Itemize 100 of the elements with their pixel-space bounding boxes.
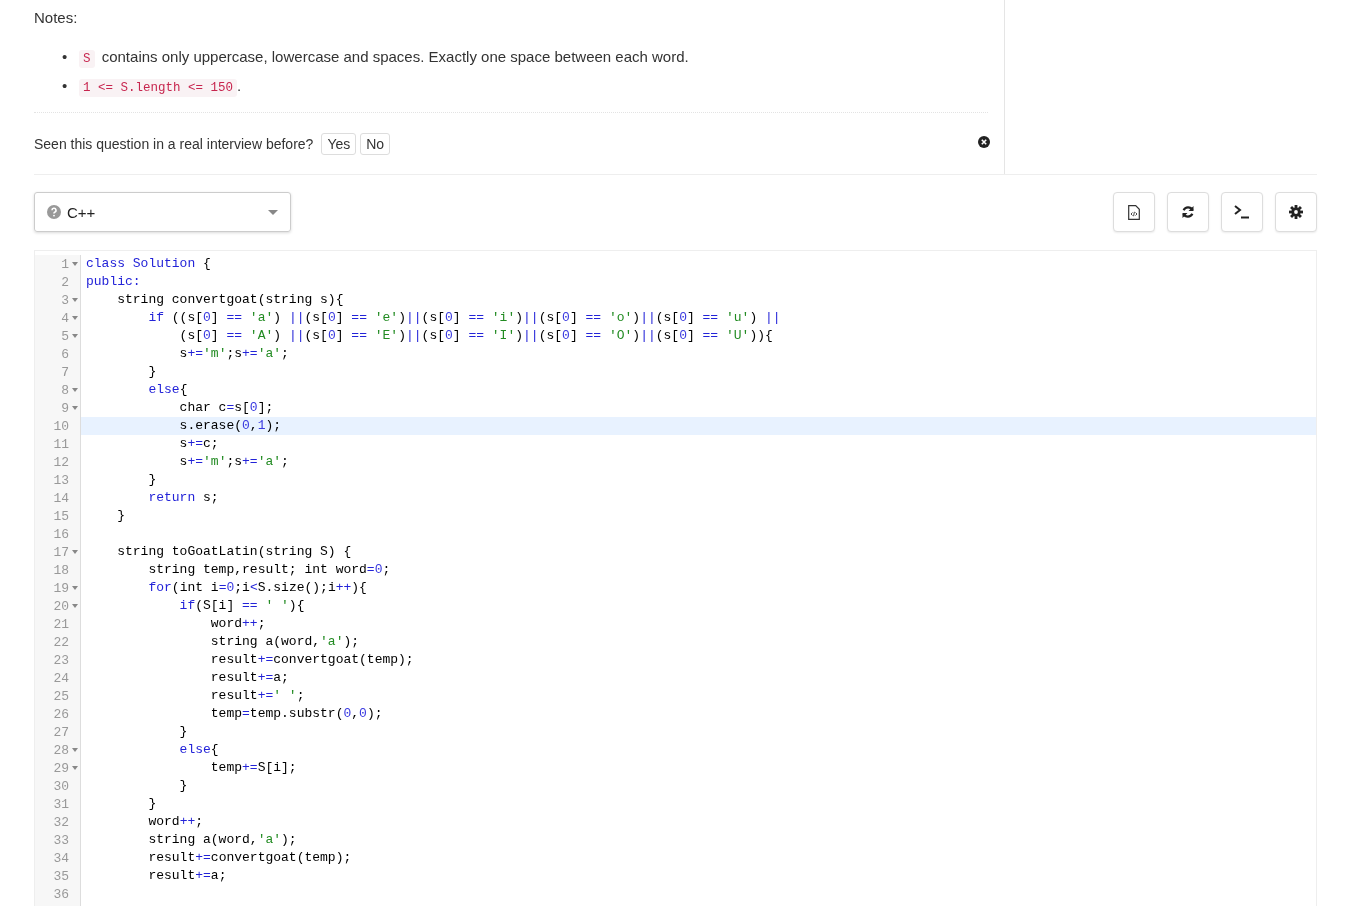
- code-line: }: [147, 364, 157, 379]
- bullet: •: [62, 76, 69, 96]
- code-line: temp=temp.substr(0,0);: [209, 706, 383, 721]
- code-line: word++;: [209, 616, 266, 631]
- code-line: }: [116, 508, 125, 523]
- line-number: 24: [53, 670, 69, 686]
- line-number: 32: [53, 814, 69, 830]
- fold-arrow-icon[interactable]: [71, 262, 78, 266]
- line-number: 8: [61, 382, 69, 398]
- line-number: 2: [61, 274, 69, 290]
- line-number: 35: [53, 868, 69, 884]
- line-number: 34: [53, 850, 69, 866]
- line-number: 22: [53, 634, 69, 650]
- line-number: 27: [53, 724, 69, 740]
- help-icon: [47, 205, 61, 219]
- refresh-icon: [1181, 205, 1195, 219]
- code-line: else{: [178, 742, 219, 757]
- code-file-button[interactable]: [1113, 192, 1155, 232]
- line-number: 19: [53, 580, 69, 596]
- code-line: char c=s[0];: [178, 400, 274, 415]
- answer-button[interactable]: No: [360, 132, 391, 155]
- fold-arrow-icon[interactable]: [71, 334, 78, 338]
- code-line: s+='m';s+='a';: [178, 346, 289, 361]
- close-icon[interactable]: [978, 135, 990, 148]
- reset-button[interactable]: [1167, 192, 1209, 232]
- fold-arrow-icon[interactable]: [71, 550, 78, 554]
- code-line: string a(word,'a');: [209, 634, 360, 649]
- line-number: 3: [61, 292, 69, 308]
- line-number: 30: [53, 778, 69, 794]
- line-number: 26: [53, 706, 69, 722]
- code-line: s+=c;: [178, 436, 219, 451]
- caret-icon: [268, 209, 278, 215]
- language-dropdown[interactable]: C++: [34, 192, 291, 232]
- line-number: 16: [53, 526, 69, 542]
- answer-button[interactable]: Yes: [321, 132, 357, 155]
- line-number: 9: [61, 400, 69, 416]
- code-line: string convertgoat(string s){: [116, 292, 344, 307]
- code-line: result+=a;: [147, 868, 227, 883]
- code-line: s.erase(0,1);: [178, 418, 282, 433]
- code-line: string toGoatLatin(string S) {: [116, 544, 352, 559]
- code-line: return s;: [147, 490, 219, 505]
- line-number: 1: [61, 256, 69, 272]
- code-line: (s[0] == 'A') ||(s[0] == 'E')||(s[0] == 'I')||(s[0] == 'O')||(s[0] == 'U')){: [178, 328, 773, 343]
- fold-arrow-icon[interactable]: [71, 604, 78, 608]
- fold-arrow-icon[interactable]: [71, 316, 78, 320]
- note-item: S contains only uppercase, lowercase and spaces. Exactly one space between each word.: [79, 46, 689, 75]
- line-number: 12: [53, 454, 69, 470]
- code-line: }: [147, 796, 157, 811]
- line-number: 10: [53, 418, 69, 434]
- code-line: result+=' ';: [209, 688, 305, 703]
- line-number: 11: [53, 436, 69, 452]
- code-line: string temp,result; int word=0;: [147, 562, 391, 577]
- code-line: if(S[i] == ' '){: [178, 598, 305, 613]
- fold-arrow-icon[interactable]: [71, 766, 78, 770]
- line-number: 7: [61, 364, 69, 380]
- code-line: result+=convertgoat(temp);: [209, 652, 414, 667]
- code-line: if ((s[0] == 'a') ||(s[0] == 'e')||(s[0] == 'i')||(s[0] == 'o')||(s[0] == 'u') ||: [147, 310, 781, 325]
- notes-heading: Notes:: [34, 8, 79, 28]
- fold-arrow-icon[interactable]: [71, 388, 78, 392]
- code-line: public:: [86, 274, 141, 289]
- code-line: string a(word,'a');: [147, 832, 297, 847]
- line-number: 31: [53, 796, 69, 812]
- line-number: 15: [53, 508, 69, 524]
- line-number: 36: [53, 886, 69, 902]
- code-line: }: [178, 778, 188, 793]
- line-number: 23: [53, 652, 69, 668]
- interview-question: Seen this question in a real interview before?: [34, 135, 314, 152]
- line-number: 18: [53, 562, 69, 578]
- line-number: 28: [53, 742, 69, 758]
- line-number: 21: [53, 616, 69, 632]
- code-line: word++;: [147, 814, 204, 829]
- settings-icon: [1289, 205, 1303, 219]
- console-button[interactable]: [1221, 192, 1263, 232]
- code-line: for(int i=0;i<S.size();i++){: [147, 580, 367, 595]
- fold-arrow-icon[interactable]: [71, 298, 78, 302]
- line-number: 13: [53, 472, 69, 488]
- line-number: 20: [53, 598, 69, 614]
- line-number: 29: [53, 760, 69, 776]
- code-line: temp+=S[i];: [209, 760, 297, 775]
- fold-arrow-icon[interactable]: [71, 748, 78, 752]
- line-number: 5: [61, 328, 69, 344]
- fold-arrow-icon[interactable]: [71, 406, 78, 410]
- code-line: else{: [147, 382, 188, 397]
- code-line: }: [147, 472, 157, 487]
- line-number: 33: [53, 832, 69, 848]
- line-number: 25: [53, 688, 69, 704]
- code-line: s+='m';s+='a';: [178, 454, 289, 469]
- line-number: 14: [53, 490, 69, 506]
- fold-arrow-icon[interactable]: [71, 586, 78, 590]
- line-number: 17: [53, 544, 69, 560]
- code-file-icon: [1128, 204, 1140, 220]
- code-line: result+=a;: [209, 670, 289, 685]
- settings-button[interactable]: [1275, 192, 1317, 232]
- line-number: 6: [61, 346, 69, 362]
- bullet: •: [62, 47, 69, 67]
- code-line: result+=convertgoat(temp);: [147, 850, 352, 865]
- terminal-icon: [1234, 205, 1250, 219]
- code-line: class Solution {: [86, 256, 211, 271]
- line-number: 4: [61, 310, 69, 326]
- code-line: }: [178, 724, 188, 739]
